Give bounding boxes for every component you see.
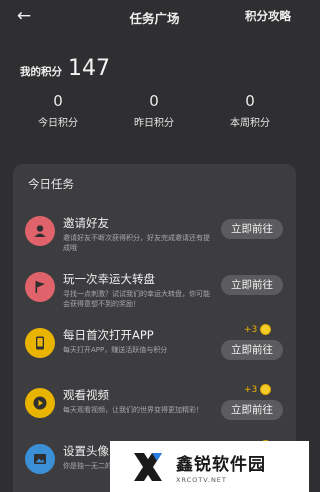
task-name: 玩一次幸运大转盘: [63, 272, 155, 286]
my-points-value: 147: [68, 56, 110, 81]
task-desc: 寻找一点刺激？试试我们的幸运大转盘，你可能会获得意想不到的奖励！: [63, 290, 210, 308]
coin-icon: [260, 324, 272, 335]
stat-today: 0 今日积分: [18, 92, 98, 129]
go-button[interactable]: 立即前往: [221, 340, 283, 360]
my-points: 我的积分 147: [20, 56, 110, 81]
go-button[interactable]: 立即前往: [221, 275, 283, 295]
task-name: 每日首次打开APP: [63, 328, 154, 342]
coin-icon: [260, 384, 272, 395]
points-guide-link[interactable]: 积分攻略: [245, 8, 291, 24]
user-icon: [25, 216, 55, 246]
task-lucky-wheel: 玩一次幸运大转盘 寻找一点刺激？试试我们的幸运大转盘，你可能会获得意想不到的奖励…: [13, 268, 296, 324]
task-name: 观看视频: [63, 388, 109, 402]
task-open-app: 每日首次打开APP 每天打开APP，赚送活跃值与积分 +3 立即前往: [13, 324, 296, 380]
play-icon: [25, 388, 55, 418]
watermark-name: 鑫锐软件园: [176, 454, 266, 475]
stat-week: 0 本周积分: [210, 92, 290, 129]
task-watch-video: 观看视频 每天观看视频，让我们的世界变得更加精彩！ +3 立即前往: [13, 384, 296, 440]
stat-value: 0: [149, 92, 159, 110]
top-bar: ← 任务广场 积分攻略: [0, 0, 309, 32]
task-desc: 邀请好友不断次获得积分，好友完成邀请还有提成哦: [63, 234, 210, 252]
task-desc: 每天打开APP，赚送活跃值与积分: [63, 346, 168, 354]
watermark-logo-icon: [128, 447, 168, 487]
reward-value: +3: [244, 384, 258, 395]
image-icon: [25, 444, 55, 474]
watermark-url: XRCOTV.NET: [176, 475, 227, 484]
stat-value: 0: [245, 92, 255, 110]
card-title: 今日任务: [28, 177, 74, 191]
go-button[interactable]: 立即前往: [221, 400, 283, 420]
phone-icon: [25, 328, 55, 358]
task-desc: 每天观看视频，让我们的世界变得更加精彩！: [63, 406, 203, 414]
reward-badge: +3: [244, 384, 272, 395]
my-points-label: 我的积分: [20, 66, 62, 78]
reward-value: +3: [244, 324, 258, 335]
stat-label: 本周积分: [230, 118, 270, 129]
stat-yesterday: 0 昨日积分: [114, 92, 194, 129]
stat-value: 0: [53, 92, 63, 110]
flag-icon: [25, 272, 55, 302]
site-watermark: 鑫锐软件园 XRCOTV.NET: [110, 441, 309, 492]
reward-badge: +3: [244, 324, 272, 335]
go-button[interactable]: 立即前往: [221, 219, 283, 239]
stat-label: 今日积分: [38, 118, 78, 129]
task-name: 设置头像: [63, 444, 109, 458]
stat-label: 昨日积分: [134, 118, 174, 129]
task-name: 邀请好友: [63, 216, 109, 230]
task-invite-friends: 邀请好友 邀请好友不断次获得积分，好友完成邀请还有提成哦 立即前往: [13, 212, 296, 268]
